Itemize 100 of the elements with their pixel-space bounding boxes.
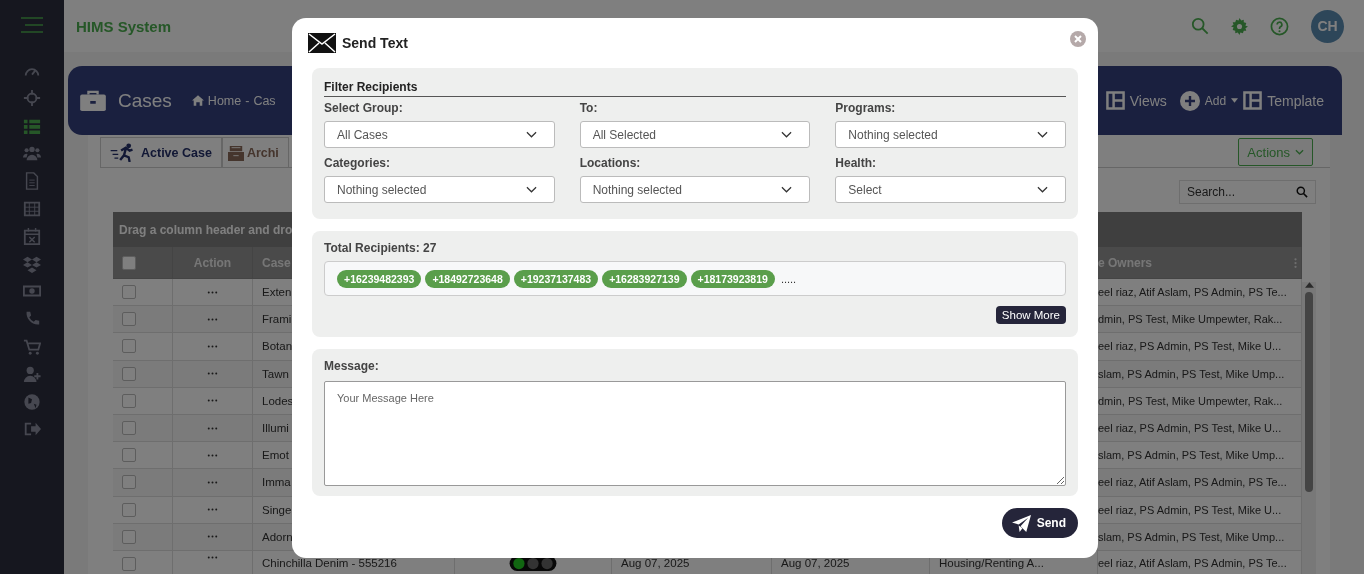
table-cell: eel riaz, Atif Aslam, PS Admin, PS Te...: [1098, 476, 1287, 489]
more-indicator: .....: [780, 272, 797, 285]
app-title: HIMS System: [76, 17, 172, 35]
table-cell: Adorn: [262, 530, 293, 543]
banner-action[interactable]: Views: [1129, 92, 1167, 109]
table-icon[interactable]: [23, 199, 41, 218]
boxes-icon[interactable]: [23, 254, 41, 273]
more-icon[interactable]: [206, 426, 219, 430]
phone-tag: +18492723648: [425, 269, 510, 288]
search-field[interactable]: Search...: [1179, 180, 1316, 204]
group-hint: Drag a column header and dro: [119, 222, 293, 237]
more-icon[interactable]: [206, 480, 219, 484]
field-label: Health:: [835, 156, 877, 170]
globe-icon[interactable]: [23, 392, 41, 411]
checkbox[interactable]: [122, 366, 136, 381]
chevron-icon[interactable]: [781, 131, 793, 138]
menu-icon[interactable]: [20, 17, 44, 33]
table-cell: slam, PS Admin, PS Test, Mike Ump...: [1098, 530, 1285, 543]
help-icon[interactable]: [1270, 16, 1289, 36]
chevron-icon[interactable]: [1037, 131, 1048, 138]
checkbox[interactable]: [122, 312, 136, 327]
table-cell: slam, PS Admin, PS Test, Mike Ump...: [1098, 449, 1285, 462]
briefcase-icon: [80, 89, 106, 112]
paper-plane-icon[interactable]: [1011, 513, 1031, 533]
dropdown[interactable]: Nothing selected: [579, 176, 811, 203]
checkbox[interactable]: [122, 448, 136, 463]
table-cell: Imma: [262, 476, 291, 489]
send-button[interactable]: Send: [1001, 508, 1078, 538]
table-cell: eel riaz, PS Admin, PS Test, Mike U...: [1098, 503, 1282, 516]
table-cell: Aug 07, 2025: [781, 556, 850, 569]
more-icon[interactable]: [206, 555, 219, 559]
user-plus-icon[interactable]: [23, 365, 41, 384]
scroll-up-icon[interactable]: [1304, 282, 1314, 288]
calendar-icon[interactable]: [23, 227, 41, 246]
chevron-icon[interactable]: [1037, 186, 1048, 193]
checkbox[interactable]: [122, 285, 136, 300]
chevron-icon[interactable]: [525, 131, 537, 138]
close-icon[interactable]: [1070, 31, 1086, 47]
checkbox[interactable]: [122, 255, 136, 270]
message-field[interactable]: Your Message Here: [324, 381, 1066, 486]
checkbox[interactable]: [122, 556, 136, 571]
archive-icon[interactable]: [227, 144, 244, 161]
field-label: To:: [579, 101, 599, 115]
layout-icon[interactable]: [1243, 91, 1263, 110]
search-icon[interactable]: [1296, 186, 1308, 198]
breadcrumb-link[interactable]: Home: [207, 93, 242, 108]
dropdown[interactable]: Nothing selected: [324, 176, 555, 203]
user-avatar[interactable]: CH: [1311, 9, 1344, 43]
table-cell: Housing/Renting A...: [939, 556, 1044, 569]
dialog-title: Send Text: [342, 35, 408, 51]
document-icon[interactable]: [23, 171, 41, 190]
runner-icon[interactable]: [110, 143, 136, 162]
banner-action[interactable]: Template: [1267, 92, 1324, 109]
checkbox[interactable]: [122, 393, 136, 408]
more-icon[interactable]: [206, 535, 219, 539]
checkbox[interactable]: [122, 421, 136, 436]
checkbox[interactable]: [122, 529, 136, 544]
scrollbar[interactable]: [1302, 282, 1316, 574]
dropdown[interactable]: All Cases: [324, 121, 555, 148]
table-cell: eel riaz, Atif Aslam, PS Admin, PS Te...: [1098, 286, 1287, 299]
chevron-icon[interactable]: [781, 186, 793, 193]
tab[interactable]: Active Case: [100, 137, 222, 167]
dropdown[interactable]: Select: [835, 176, 1066, 203]
more-icon[interactable]: [206, 290, 219, 294]
dropdown[interactable]: Nothing selected: [835, 121, 1066, 148]
more-icon[interactable]: [206, 508, 219, 512]
field-label: Programs:: [835, 101, 897, 115]
chevron-icon[interactable]: [525, 186, 537, 193]
table-cell: Tawn: [262, 367, 289, 380]
phone-tag: +18173923819: [690, 269, 775, 288]
more-icon[interactable]: [206, 317, 219, 321]
search-icon[interactable]: [1191, 17, 1209, 35]
settings-icon[interactable]: [1231, 17, 1248, 35]
caret-icon[interactable]: [1231, 98, 1239, 103]
more-icon[interactable]: [206, 372, 219, 376]
checkbox[interactable]: [122, 475, 136, 490]
table-cell: dmin, PS Test, Mike Umpewter, Rak...: [1098, 313, 1283, 326]
checkbox[interactable]: [122, 502, 136, 517]
users-icon[interactable]: [23, 144, 41, 163]
table-cell: Frami: [262, 313, 292, 326]
tab[interactable]: Archi: [221, 137, 289, 167]
breadcrumb-link[interactable]: Cas: [253, 93, 276, 108]
phone-tag: +16239482393: [337, 269, 422, 288]
banner-action[interactable]: Add: [1204, 93, 1227, 108]
crosshair-icon[interactable]: [23, 89, 41, 108]
show-more-button[interactable]: Show More: [995, 306, 1066, 324]
more-icon[interactable]: [206, 399, 219, 403]
layout-icon[interactable]: [1105, 91, 1125, 110]
cart-icon[interactable]: [23, 337, 41, 356]
dropdown[interactable]: All Selected: [579, 121, 811, 148]
table-cell: Emot: [262, 449, 289, 462]
table-cell: eel riaz, PS Admin, PS Test, Mike U...: [1098, 422, 1282, 435]
more-icon[interactable]: [206, 453, 219, 457]
envelope-icon: [308, 33, 336, 53]
phone-tag: +16283927139: [602, 269, 687, 288]
more-icon[interactable]: [206, 344, 219, 348]
checkbox[interactable]: [122, 339, 136, 354]
table-cell: Lodes: [262, 394, 294, 407]
plus-circle-icon[interactable]: [1179, 90, 1200, 111]
table-cell: eel riaz, Atif Aslam, PS Admin, PS Te...: [1098, 556, 1287, 569]
